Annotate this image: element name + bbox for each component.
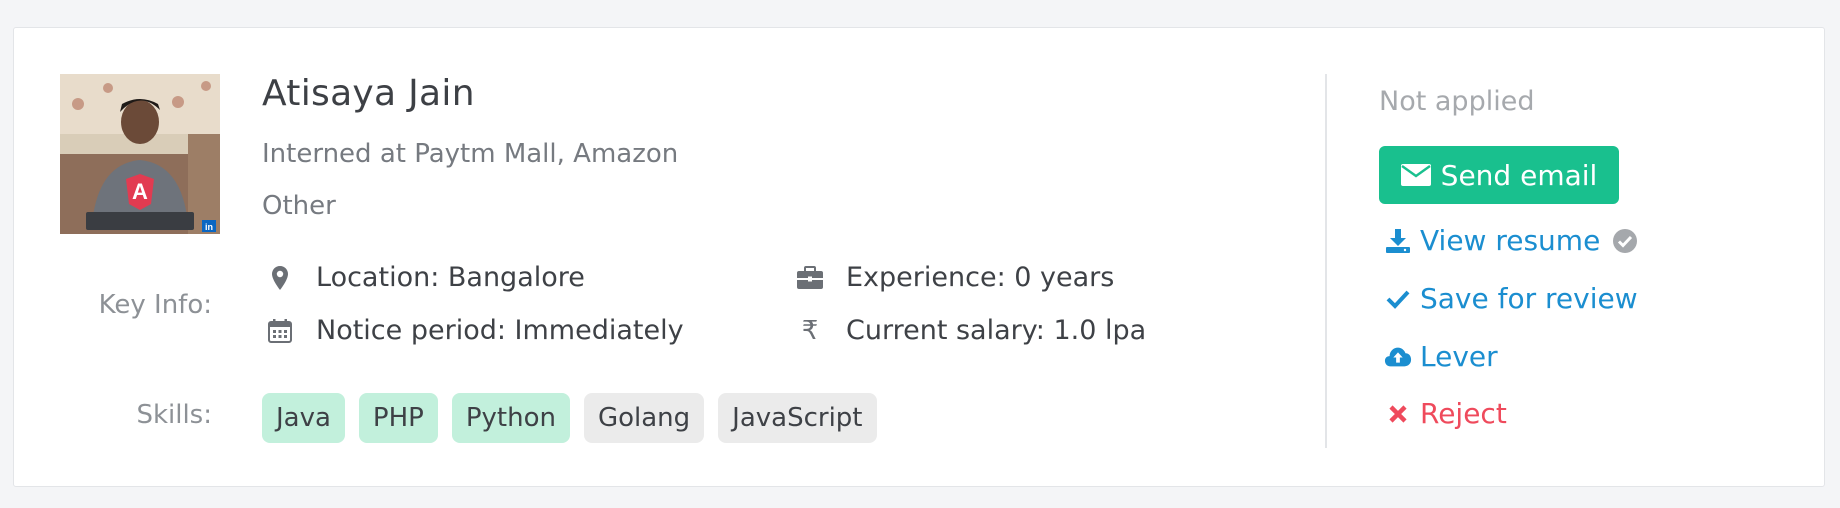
notice-period-info: Notice period: Immediately bbox=[266, 315, 684, 346]
x-icon bbox=[1384, 404, 1412, 424]
candidate-internship: Interned at Paytm Mall, Amazon bbox=[262, 139, 679, 169]
cloud-upload-icon bbox=[1384, 346, 1412, 368]
check-circle-icon bbox=[1612, 228, 1638, 254]
application-status: Not applied bbox=[1379, 86, 1535, 117]
rupee-icon: ₹ bbox=[801, 315, 819, 346]
svg-text:A: A bbox=[132, 179, 148, 204]
notice-period-text: Notice period: Immediately bbox=[316, 315, 684, 346]
save-for-review-link[interactable]: Save for review bbox=[1384, 282, 1638, 315]
view-resume-label: View resume bbox=[1420, 224, 1601, 257]
location-text: Location: Bangalore bbox=[316, 262, 585, 293]
skill-chip[interactable]: Golang bbox=[583, 393, 705, 443]
check-icon bbox=[1384, 289, 1412, 309]
lever-label: Lever bbox=[1420, 340, 1498, 373]
candidate-avatar[interactable]: A in bbox=[60, 74, 220, 234]
experience-info: Experience: 0 years bbox=[796, 262, 1114, 293]
vertical-divider bbox=[1325, 74, 1327, 448]
reject-label: Reject bbox=[1420, 397, 1507, 430]
lever-link[interactable]: Lever bbox=[1384, 340, 1498, 373]
save-for-review-label: Save for review bbox=[1420, 282, 1638, 315]
briefcase-icon bbox=[796, 265, 824, 290]
view-resume-link[interactable]: View resume bbox=[1384, 224, 1638, 257]
linkedin-badge: in bbox=[205, 222, 213, 232]
key-info-label: Key Info: bbox=[98, 290, 212, 320]
skill-chip[interactable]: Java bbox=[262, 393, 345, 443]
map-pin-icon bbox=[266, 265, 294, 291]
location-info: Location: Bangalore bbox=[266, 262, 585, 293]
experience-text: Experience: 0 years bbox=[846, 262, 1115, 293]
current-salary-info: ₹ Current salary: 1.0 lpa bbox=[796, 315, 1146, 346]
send-email-label: Send email bbox=[1440, 158, 1598, 192]
download-icon bbox=[1384, 228, 1412, 254]
candidate-category: Other bbox=[262, 191, 336, 221]
skill-chip[interactable]: JavaScript bbox=[718, 393, 877, 443]
skills-list: Java PHP Python Golang JavaScript bbox=[262, 393, 877, 443]
skill-chip[interactable]: PHP bbox=[358, 393, 438, 443]
envelope-icon bbox=[1400, 164, 1431, 186]
reject-link[interactable]: Reject bbox=[1384, 397, 1507, 430]
calendar-icon bbox=[266, 318, 294, 344]
candidate-name[interactable]: Atisaya Jain bbox=[262, 73, 475, 114]
send-email-button[interactable]: Send email bbox=[1379, 146, 1619, 204]
candidate-card: A in Atisaya Jain Interned at Paytm Mall… bbox=[13, 27, 1825, 487]
current-salary-text: Current salary: 1.0 lpa bbox=[846, 315, 1147, 346]
skill-chip[interactable]: Python bbox=[451, 393, 570, 443]
skills-label: Skills: bbox=[136, 400, 212, 430]
